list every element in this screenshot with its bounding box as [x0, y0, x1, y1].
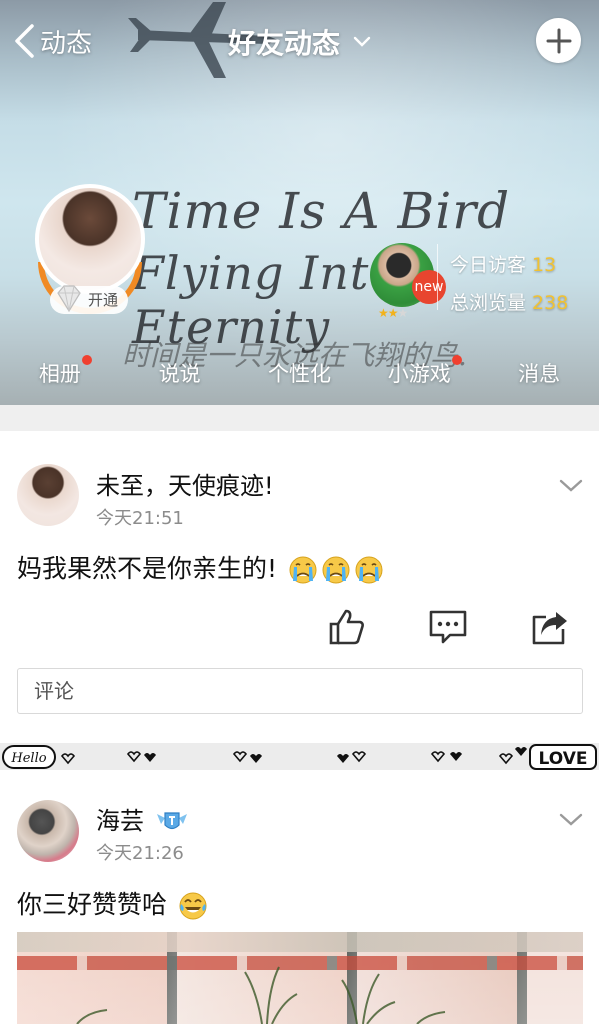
vip-badge-icon	[156, 812, 187, 830]
like-icon[interactable]	[327, 607, 367, 647]
crying-emoji-icon	[322, 556, 350, 584]
tab-label: 个性化	[267, 362, 331, 386]
profile-avatar[interactable]	[35, 184, 145, 294]
tab-shuoshuo[interactable]: 说说	[120, 350, 240, 400]
post-text: 妈我果然不是你亲生的!	[17, 549, 384, 585]
chevron-down-icon	[353, 36, 371, 47]
vip-label: 开通	[88, 291, 119, 309]
page-title: 好友动态	[227, 27, 340, 60]
post-author-name[interactable]: 海芸	[96, 801, 189, 836]
new-badge: new	[412, 270, 446, 304]
decorative-divider: Hello LOVE	[0, 743, 599, 770]
hearts-strip-graphic: Hello LOVE	[2, 744, 597, 770]
notification-dot	[452, 355, 463, 365]
tab-label: 小游戏	[387, 362, 451, 386]
stat-value: 13	[532, 254, 557, 276]
tab-album[interactable]: 相册	[0, 350, 120, 400]
tab-label: 相册	[38, 362, 81, 386]
post-text: 你三好赞赞哈	[17, 885, 208, 921]
post-text-body: 你三好赞赞哈	[17, 890, 168, 919]
comment-input[interactable]: 评论	[17, 668, 583, 714]
section-divider	[0, 405, 599, 431]
comment-icon[interactable]	[428, 607, 468, 647]
stat-label: 今日访客	[450, 254, 527, 276]
tab-mini-games[interactable]: 小游戏	[359, 350, 479, 400]
plant-graphic	[76, 966, 446, 1024]
plus-icon	[546, 28, 571, 53]
tab-messages[interactable]: 消息	[479, 350, 599, 400]
avatar[interactable]	[17, 464, 79, 526]
laughing-tears-emoji-icon	[179, 892, 207, 920]
cover-script-line-1: Time Is A Bird	[132, 182, 511, 240]
notification-dot	[82, 355, 92, 365]
star-icon: ★	[387, 306, 399, 320]
visitor-level-stars: ★★★	[378, 306, 409, 320]
post-time: 今天21:51	[96, 508, 184, 529]
share-icon[interactable]	[530, 607, 570, 647]
feed-title-dropdown[interactable]: 好友动态	[0, 22, 599, 62]
today-visitors-stat[interactable]: 今日访客 13	[450, 250, 556, 277]
star-icon: ★	[397, 306, 409, 320]
post-photo[interactable]	[17, 932, 583, 1024]
total-views-stat[interactable]: 总浏览量 238	[450, 288, 568, 315]
tab-label: 消息	[518, 362, 561, 386]
crying-emoji-icon	[355, 556, 383, 584]
add-post-button[interactable]	[536, 18, 581, 63]
post-time: 今天21:26	[96, 843, 184, 864]
love-tag: LOVE	[539, 749, 588, 769]
stat-value: 238	[532, 292, 569, 314]
crying-emoji-icon	[289, 556, 317, 584]
star-icon: ★	[378, 306, 389, 320]
stats-divider	[437, 244, 438, 310]
feed-post: 海芸 今天21:26 你三好赞赞哈	[0, 770, 599, 1024]
post-author-name[interactable]: 未至，天使痕迹!	[96, 466, 274, 501]
post-author-name-text: 海芸	[96, 807, 144, 835]
tab-personalize[interactable]: 个性化	[240, 350, 360, 400]
chevron-down-icon[interactable]	[558, 812, 584, 828]
feed-post: 未至，天使痕迹! 今天21:51 妈我果然不是你亲生的! 评论	[0, 431, 599, 743]
avatar[interactable]	[17, 800, 79, 862]
stat-label: 总浏览量	[450, 292, 527, 314]
tab-label: 说说	[158, 362, 201, 386]
vip-open-badge[interactable]: 开通	[50, 285, 129, 314]
top-bar: 动态 好友动态	[0, 0, 599, 82]
post-actions	[0, 607, 599, 651]
profile-nav: 相册 说说 个性化 小游戏 消息	[0, 350, 599, 400]
diamond-icon	[57, 285, 81, 313]
hello-tag: Hello	[10, 751, 46, 766]
chevron-down-icon[interactable]	[558, 478, 584, 494]
post-text-body: 妈我果然不是你亲生的!	[17, 554, 278, 583]
